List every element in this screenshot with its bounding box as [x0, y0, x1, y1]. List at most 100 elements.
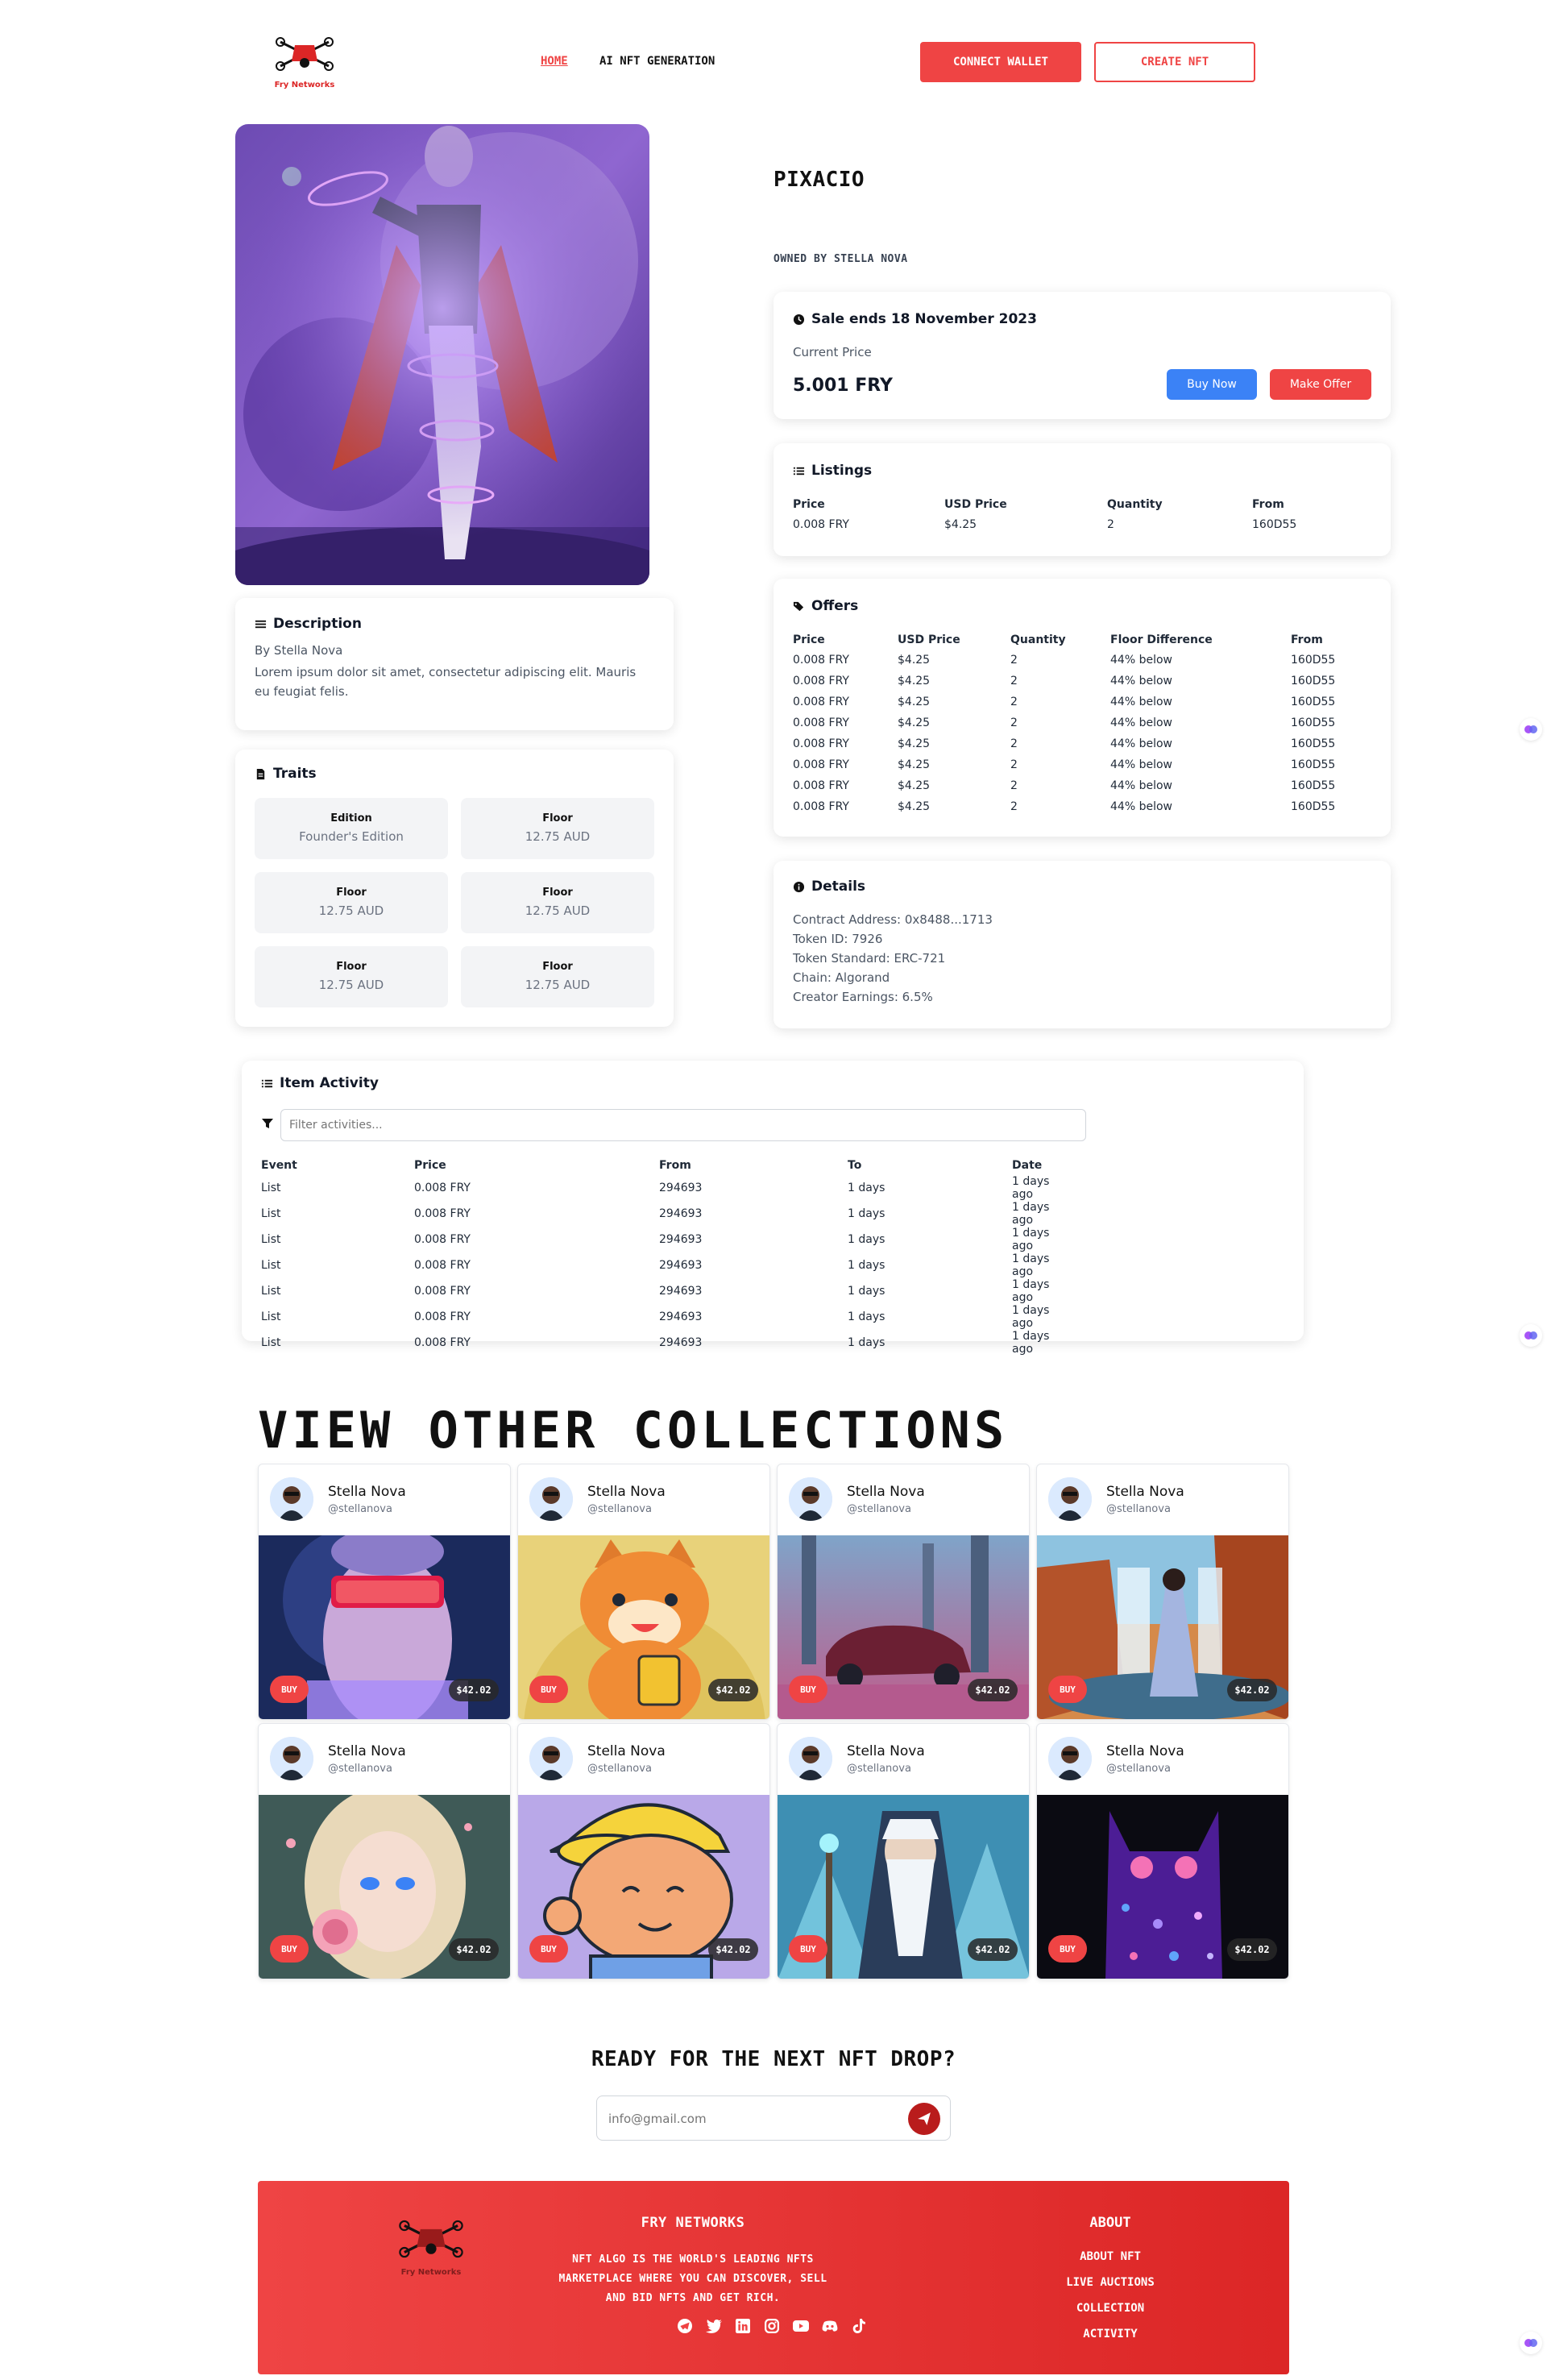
- price-badge: $42.02: [708, 1938, 758, 1961]
- trait-tile[interactable]: Floor 12.75 AUD: [461, 946, 654, 1007]
- table-row[interactable]: 0.008 FRY $4.25 2 44% below 160D55: [793, 650, 1371, 671]
- table-row[interactable]: 0.008 FRY $4.25 2 44% below 160D55: [793, 754, 1371, 775]
- table-row[interactable]: List 0.008 FRY 294693 1 days 1 days ago: [261, 1330, 1067, 1356]
- table-row[interactable]: 0.008 FRY $4.25 2 44% below 160D55: [793, 733, 1371, 754]
- cell: 0.008 FRY: [793, 779, 849, 792]
- newsletter-submit-button[interactable]: [908, 2103, 940, 2135]
- trait-tile[interactable]: Floor 12.75 AUD: [255, 872, 448, 933]
- creator-name[interactable]: Stella Nova: [847, 1484, 925, 1500]
- avatar[interactable]: [1048, 1737, 1092, 1780]
- twitter-icon[interactable]: [706, 2318, 722, 2334]
- table-row[interactable]: 0.008 FRY $4.25 2 44% below 160D55: [793, 712, 1371, 733]
- buy-now-button[interactable]: Buy Now: [1167, 369, 1257, 400]
- table-row[interactable]: List 0.008 FRY 294693 1 days 1 days ago: [261, 1175, 1067, 1201]
- trait-tile[interactable]: Edition Founder's Edition: [255, 798, 448, 859]
- make-offer-button[interactable]: Make Offer: [1270, 369, 1371, 400]
- nav-ai-nft-generation[interactable]: AI NFT GENERATION: [599, 55, 715, 68]
- buy-button[interactable]: BUY: [529, 1676, 568, 1703]
- cell: 0.008 FRY: [414, 1233, 471, 1246]
- sale-card: Sale ends 18 November 2023 Current Price…: [774, 292, 1391, 419]
- cell: 160D55: [1291, 716, 1336, 729]
- col-header: From: [1252, 498, 1284, 511]
- trait-tile[interactable]: Floor 12.75 AUD: [461, 872, 654, 933]
- avatar[interactable]: [789, 1477, 832, 1521]
- creator-name[interactable]: Stella Nova: [587, 1484, 666, 1500]
- filter-input[interactable]: [280, 1109, 1086, 1141]
- table-row[interactable]: 0.008 FRY $4.25 2 44% below 160D55: [793, 671, 1371, 692]
- creator-name[interactable]: Stella Nova: [328, 1743, 406, 1759]
- creator-name[interactable]: Stella Nova: [328, 1484, 406, 1500]
- avatar[interactable]: [529, 1737, 573, 1780]
- footer-link-activity[interactable]: ACTIVITY: [1030, 2328, 1191, 2341]
- collection-card[interactable]: Stella Nova @stellanova BUY $42.02: [517, 1723, 770, 1979]
- avatar[interactable]: [529, 1477, 573, 1521]
- cell: $4.25: [898, 758, 931, 771]
- create-nft-button[interactable]: CREATE NFT: [1094, 42, 1255, 82]
- col-header: From: [659, 1159, 691, 1172]
- offers-body: 0.008 FRY $4.25 2 44% below 160D55 0.008 FRY $…: [793, 650, 1371, 817]
- collection-card[interactable]: Stella Nova @stellanova BUY $42.02: [777, 1723, 1030, 1979]
- creator-name[interactable]: Stella Nova: [1106, 1743, 1184, 1759]
- footer-link-live-auctions[interactable]: LIVE AUCTIONS: [1030, 2276, 1191, 2289]
- avatar[interactable]: [270, 1477, 313, 1521]
- table-row[interactable]: List 0.008 FRY 294693 1 days 1 days ago: [261, 1227, 1067, 1252]
- connect-wallet-button[interactable]: CONNECT WALLET: [920, 42, 1081, 82]
- table-row[interactable]: 0.008 FRY $4.25 2 44% below 160D55: [793, 775, 1371, 796]
- assistant-icon[interactable]: [1520, 2332, 1542, 2354]
- collections-title: VIEW OTHER COLLECTIONS: [258, 1401, 1009, 1460]
- buy-button[interactable]: BUY: [1048, 1935, 1087, 1963]
- collection-card[interactable]: Stella Nova @stellanova BUY $42.02: [258, 1464, 511, 1720]
- collection-card[interactable]: Stella Nova @stellanova BUY $42.02: [1036, 1723, 1289, 1979]
- collection-card[interactable]: Stella Nova @stellanova BUY $42.02: [517, 1464, 770, 1720]
- cell: 160D55: [1291, 758, 1336, 771]
- nav-home[interactable]: HOME: [541, 55, 568, 68]
- discord-icon[interactable]: [822, 2318, 838, 2334]
- avatar[interactable]: [270, 1737, 313, 1780]
- footer-tagline: NFT ALGO IS THE WORLD'S LEADING NFTS MAR…: [558, 2253, 827, 2304]
- trait-tile[interactable]: Floor 12.75 AUD: [255, 946, 448, 1007]
- creator-name[interactable]: Stella Nova: [847, 1743, 925, 1759]
- table-row[interactable]: List 0.008 FRY 294693 1 days 1 days ago: [261, 1252, 1067, 1278]
- table-row[interactable]: List 0.008 FRY 294693 1 days 1 days ago: [261, 1304, 1067, 1330]
- collection-card[interactable]: Stella Nova @stellanova BUY $42.02: [258, 1723, 511, 1979]
- table-row[interactable]: List 0.008 FRY 294693 1 days 1 days ago: [261, 1278, 1067, 1304]
- footer-logo[interactable]: Fry Networks: [395, 2213, 467, 2278]
- footer-link-about-nft[interactable]: ABOUT NFT: [1030, 2250, 1191, 2263]
- col-header: USD Price: [898, 633, 960, 646]
- buy-button[interactable]: BUY: [789, 1935, 827, 1963]
- trait-value: 12.75 AUD: [525, 829, 591, 844]
- table-row[interactable]: 0.008 FRY $4.25 2 160D55: [793, 514, 1371, 535]
- assistant-icon[interactable]: [1520, 718, 1542, 741]
- offers-card: Offers Price USD Price Quantity Floor Di…: [774, 579, 1391, 837]
- collection-card[interactable]: Stella Nova @stellanova BUY $42.02: [777, 1464, 1030, 1720]
- table-row[interactable]: 0.008 FRY $4.25 2 44% below 160D55: [793, 796, 1371, 817]
- buy-button[interactable]: BUY: [789, 1676, 827, 1703]
- creator-name[interactable]: Stella Nova: [587, 1743, 666, 1759]
- youtube-icon[interactable]: [793, 2318, 809, 2334]
- cell: 1 days: [848, 1310, 885, 1323]
- trait-value: 12.75 AUD: [318, 978, 384, 992]
- buy-button[interactable]: BUY: [1048, 1676, 1087, 1703]
- nft-owner[interactable]: OWNED BY STELLA NOVA: [774, 253, 908, 265]
- avatar[interactable]: [1048, 1477, 1092, 1521]
- tiktok-icon[interactable]: [851, 2318, 867, 2334]
- linkedin-icon[interactable]: [735, 2318, 751, 2334]
- logo[interactable]: Fry Networks: [272, 31, 337, 89]
- collection-card[interactable]: Stella Nova @stellanova BUY $42.02: [1036, 1464, 1289, 1720]
- listings-title: Listings: [793, 463, 872, 479]
- footer-link-collection[interactable]: COLLECTION: [1030, 2302, 1191, 2315]
- trait-tile[interactable]: Floor 12.75 AUD: [461, 798, 654, 859]
- newsletter-email-input[interactable]: [608, 2108, 882, 2130]
- instagram-icon[interactable]: [764, 2318, 780, 2334]
- buy-button[interactable]: BUY: [270, 1935, 309, 1963]
- creator-name[interactable]: Stella Nova: [1106, 1484, 1184, 1500]
- table-row[interactable]: 0.008 FRY $4.25 2 44% below 160D55: [793, 692, 1371, 712]
- buy-button[interactable]: BUY: [529, 1935, 568, 1963]
- cell: 160D55: [1291, 675, 1336, 687]
- logo-icon: [276, 37, 334, 71]
- buy-button[interactable]: BUY: [270, 1676, 309, 1703]
- table-row[interactable]: List 0.008 FRY 294693 1 days 1 days ago: [261, 1201, 1067, 1227]
- telegram-icon[interactable]: [677, 2318, 693, 2334]
- avatar[interactable]: [789, 1737, 832, 1780]
- assistant-icon[interactable]: [1520, 1324, 1542, 1347]
